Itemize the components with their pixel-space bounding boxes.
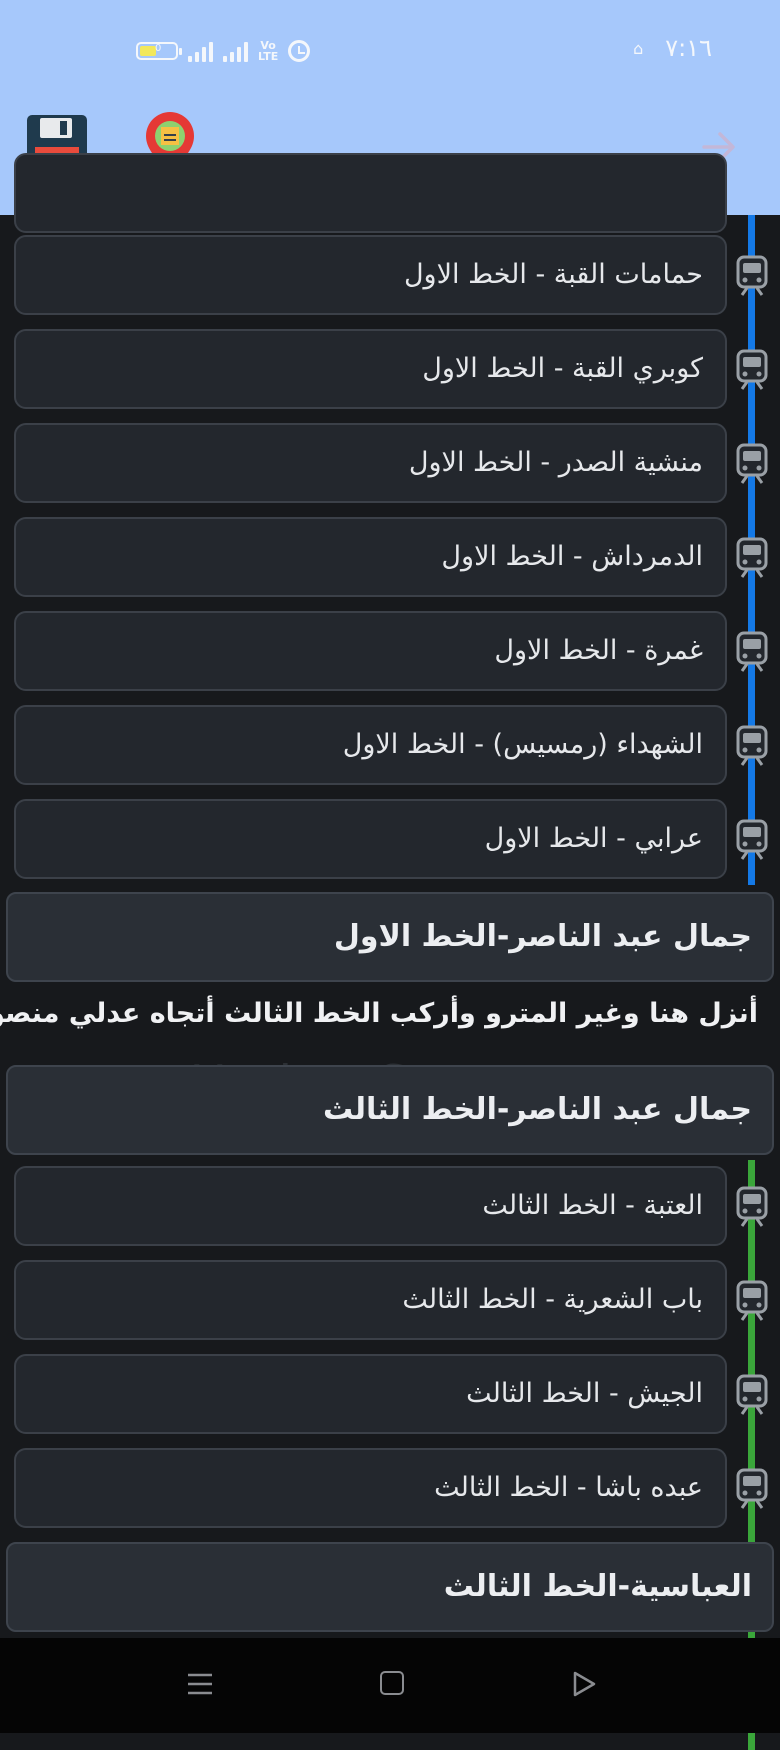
- battery-icon: 0: [136, 42, 182, 60]
- transfer-station-name: جمال عبد الناصر-الخط الاول: [333, 919, 752, 954]
- station-name: الجيش - الخط الثالث: [466, 1378, 703, 1409]
- notification-icon: ⌂: [633, 38, 644, 58]
- train-icon: [736, 1280, 768, 1321]
- signal-icon-2: [223, 40, 248, 62]
- transfer-station-name: العباسية-الخط الثالث: [443, 1569, 752, 1604]
- menu-icon[interactable]: [186, 1670, 214, 1698]
- transfer-station-card[interactable]: جمال عبد الناصر-الخط الاول: [6, 892, 774, 982]
- transfer-station-card[interactable]: العباسية-الخط الثالث: [6, 1542, 774, 1632]
- station-name: حمامات القبة - الخط الاول: [403, 259, 703, 290]
- station-card[interactable]: الجيش - الخط الثالث: [14, 1354, 727, 1434]
- station-card[interactable]: العتبة - الخط الثالث: [14, 1166, 727, 1246]
- station-card[interactable]: غمرة - الخط الاول: [14, 611, 727, 691]
- station-card[interactable]: حمامات القبة - الخط الاول: [14, 235, 727, 315]
- station-card[interactable]: كوبري القبة - الخط الاول: [14, 329, 727, 409]
- train-icon: [736, 443, 768, 484]
- station-name: عبده باشا - الخط الثالث: [434, 1472, 703, 1503]
- station-card[interactable]: الشهداء (رمسيس) - الخط الاول: [14, 705, 727, 785]
- alarm-icon: [288, 40, 311, 62]
- train-icon: [736, 631, 768, 672]
- route-list[interactable]: UpdateStar.com حمامات القبة - الخط الاول…: [0, 153, 780, 1750]
- status-bar: 0 Vo LTE ⌂ ٧:١٦: [0, 0, 780, 100]
- station-name: عرابي - الخط الاول: [484, 823, 703, 854]
- station-name: العتبة - الخط الثالث: [482, 1190, 703, 1221]
- train-icon: [736, 537, 768, 578]
- volte-icon: Vo LTE: [258, 39, 279, 63]
- transfer-instruction: أنزل هنا وغير المترو وأركب الخط الثالث أ…: [0, 998, 758, 1029]
- station-name: كوبري القبة - الخط الاول: [422, 353, 703, 384]
- status-left-icons: 0 Vo LTE: [136, 36, 311, 66]
- station-card[interactable]: باب الشعرية - الخط الثالث: [14, 1260, 727, 1340]
- train-icon: [736, 819, 768, 860]
- signal-icon: [188, 40, 213, 62]
- status-right: ⌂ ٧:١٦: [633, 34, 712, 62]
- clock: ٧:١٦: [665, 34, 712, 62]
- transfer-station-card[interactable]: جمال عبد الناصر-الخط الثالث: [6, 1065, 774, 1155]
- station-name: منشية الصدر - الخط الاول: [408, 447, 703, 478]
- train-icon: [736, 255, 768, 296]
- station-card[interactable]: عرابي - الخط الاول: [14, 799, 727, 879]
- station-card-partial[interactable]: [14, 153, 727, 233]
- station-name: غمرة - الخط الاول: [494, 635, 703, 666]
- station-card[interactable]: عبده باشا - الخط الثالث: [14, 1448, 727, 1528]
- train-icon: [736, 349, 768, 390]
- transfer-station-name: جمال عبد الناصر-الخط الثالث: [323, 1092, 752, 1127]
- system-nav-bar: [0, 1638, 780, 1733]
- battery-level: 0: [155, 43, 162, 54]
- station-card[interactable]: الدمرداش - الخط الاول: [14, 517, 727, 597]
- station-name: الشهداء (رمسيس) - الخط الاول: [342, 729, 703, 760]
- train-icon: [736, 1186, 768, 1227]
- station-card[interactable]: منشية الصدر - الخط الاول: [14, 423, 727, 503]
- station-name: باب الشعرية - الخط الثالث: [402, 1284, 703, 1315]
- train-icon: [736, 725, 768, 766]
- station-name: الدمرداش - الخط الاول: [441, 541, 703, 572]
- back-icon[interactable]: [570, 1670, 598, 1698]
- train-icon: [736, 1468, 768, 1509]
- train-icon: [736, 1374, 768, 1415]
- home-icon[interactable]: [380, 1671, 404, 1695]
